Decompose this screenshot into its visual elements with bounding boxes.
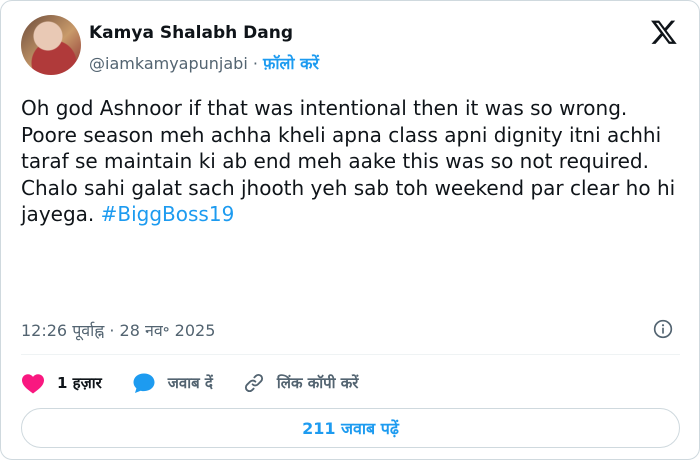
info-icon[interactable] (653, 319, 673, 339)
copy-link-button[interactable]: लिंक कॉपी करें (243, 372, 359, 394)
handle-separator: · (247, 54, 264, 73)
tweet-line: Poore season meh achha kheli apna class … (21, 122, 662, 174)
timestamp[interactable]: 12:26 पूर्वाह्न · 28 नव॰ 2025 (21, 319, 215, 341)
like-button[interactable]: 1 हज़ार (21, 372, 102, 394)
hashtag-link[interactable]: #BiggBoss19 (101, 202, 235, 226)
action-bar: 1 हज़ार जवाब दें लिंक कॉपी करें (21, 371, 388, 395)
tweet-text: Oh god Ashnoor if that was intentional t… (21, 95, 681, 228)
avatar[interactable] (21, 15, 81, 75)
like-count: 1 हज़ार (57, 374, 102, 392)
tweet-line-with-hashtag: Chalo sahi galat sach jhooth yeh sab toh… (21, 175, 681, 228)
follow-button[interactable]: फ़ॉलो करें (263, 54, 319, 73)
x-logo-icon[interactable] (649, 18, 679, 46)
heart-icon (22, 374, 44, 394)
tweet-card: Kamya Shalabh Dang @iamkamyapunjabi · फ़… (0, 0, 700, 460)
handle-row: @iamkamyapunjabi · फ़ॉलो करें (89, 52, 319, 74)
link-icon (244, 373, 263, 393)
read-replies-button[interactable]: 211 जवाब पढ़ें (21, 408, 680, 448)
reply-label: जवाब दें (167, 374, 213, 392)
author-name[interactable]: Kamya Shalabh Dang (89, 23, 293, 43)
copy-link-label: लिंक कॉपी करें (276, 374, 359, 392)
reply-bubble-icon (133, 373, 155, 393)
tweet-line: Oh god Ashnoor if that was intentional t… (21, 96, 628, 120)
author-handle[interactable]: @iamkamyapunjabi (89, 54, 248, 73)
divider (21, 354, 680, 355)
reply-button[interactable]: जवाब दें (132, 372, 213, 394)
